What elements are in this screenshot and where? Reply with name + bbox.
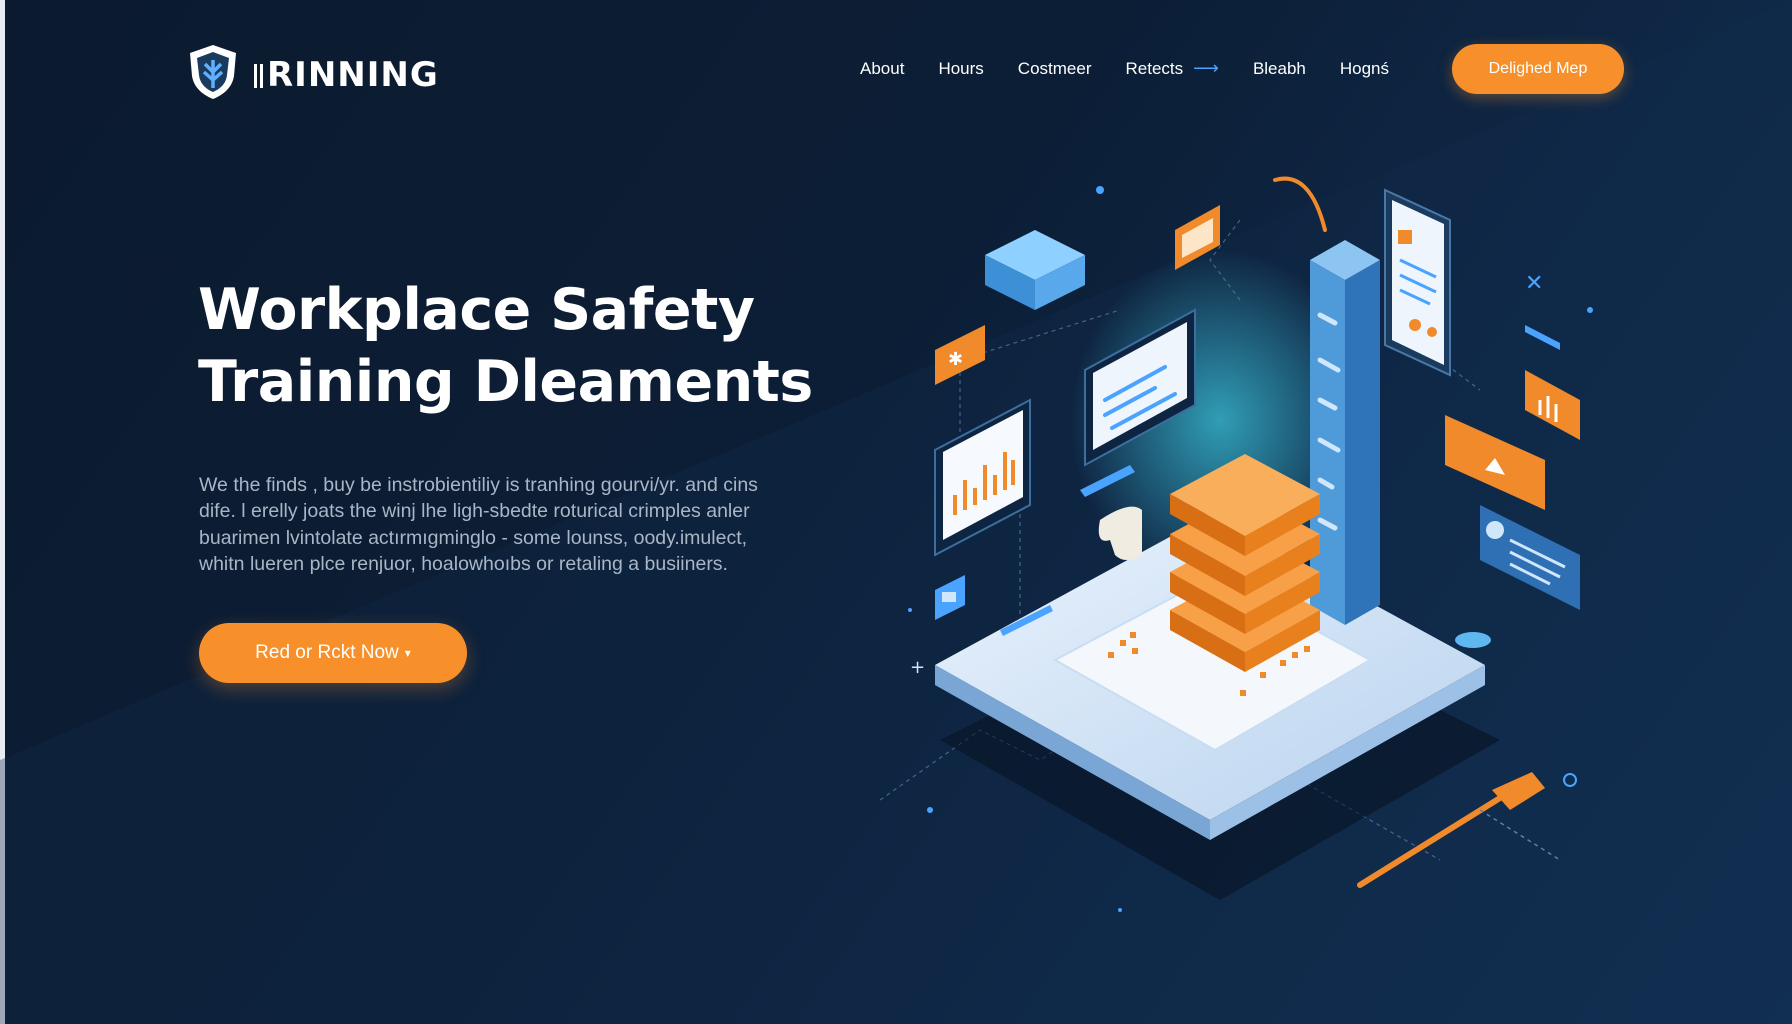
- hero-title-line2: Training Dleaments: [198, 349, 813, 415]
- blue-cube: [985, 230, 1085, 310]
- isometric-illustration: ✱ + ✕: [880, 176, 1593, 912]
- hero-title: Workplace Safety Training Dleaments: [198, 274, 838, 418]
- report-panel: [1384, 188, 1451, 377]
- orange-layer-stack: [1170, 454, 1320, 672]
- blue-disc: [1455, 632, 1491, 648]
- hero-title-line1: Workplace Safety: [198, 277, 755, 343]
- brand-name: RINNING: [254, 55, 439, 95]
- arrow-right-icon: ⟶: [1193, 58, 1219, 78]
- header-cta-button[interactable]: Delighed Mep: [1452, 44, 1624, 94]
- nav-item-hours[interactable]: Hours: [938, 59, 983, 79]
- nav-item-retects-label: Retects: [1125, 58, 1184, 78]
- main-nav: About Hours Costmeer Retects ⟶ Bleabh Hog…: [860, 58, 1423, 79]
- camera-card: [935, 575, 965, 620]
- hero-cta-button[interactable]: Red or Rckt Now ▾: [199, 623, 467, 683]
- nav-item-bleabh[interactable]: Bleabh: [1253, 59, 1306, 79]
- window-edge: [0, 0, 5, 1024]
- blue-bar-right: [1525, 325, 1560, 350]
- hero-description: We the finds , buy be instrobientiliy is…: [199, 473, 758, 576]
- orange-chart-card: [1525, 370, 1580, 440]
- orange-arc: [1273, 176, 1327, 232]
- shield-icon: [186, 42, 240, 107]
- chat-card: [1480, 505, 1580, 610]
- nav-item-costmeer[interactable]: Costmeer: [1018, 59, 1092, 79]
- nav-item-hogns[interactable]: Hognś: [1340, 59, 1389, 79]
- data-tower: [1310, 240, 1380, 625]
- plus-sparkle: +: [910, 657, 925, 678]
- brand-logo[interactable]: RINNING: [186, 42, 439, 107]
- brand-bars-icon: [254, 64, 263, 88]
- caret-down-icon: ▾: [404, 646, 411, 660]
- x-sparkle: ✕: [1525, 271, 1543, 296]
- svg-text:✱: ✱: [948, 349, 963, 370]
- nav-item-about[interactable]: About: [860, 59, 904, 79]
- orange-warning-card: [1445, 415, 1545, 510]
- hero-cta-label: Red or Rckt Now: [255, 642, 399, 663]
- nav-item-retects[interactable]: Retects ⟶: [1125, 58, 1218, 79]
- chart-card: [934, 398, 1031, 557]
